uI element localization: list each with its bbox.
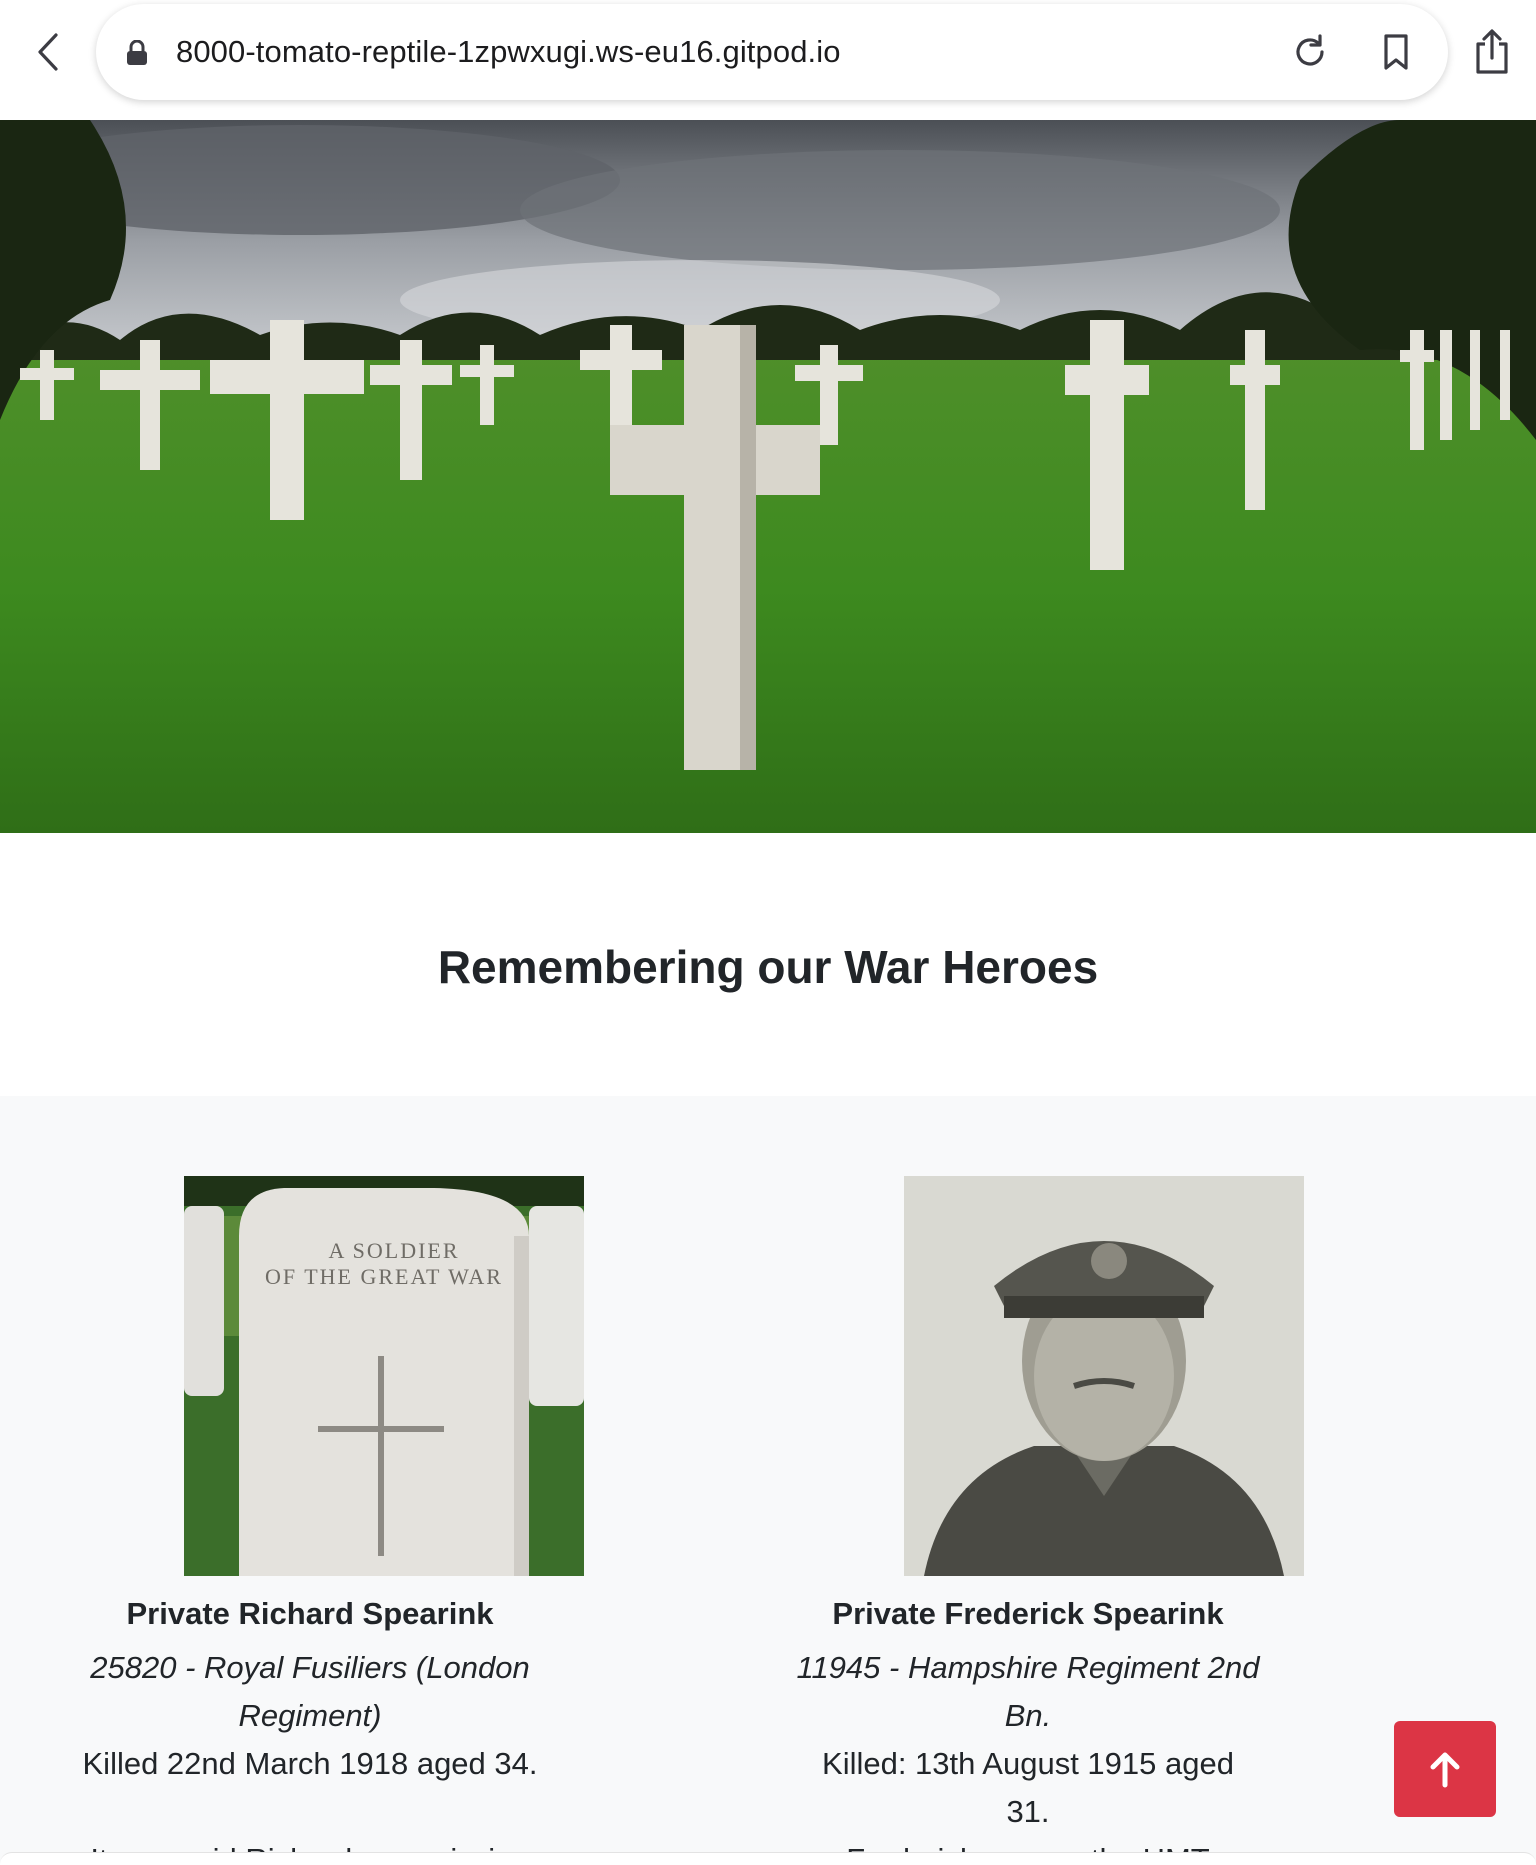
back-button[interactable] [28, 28, 68, 76]
share-icon[interactable] [1472, 28, 1512, 76]
heroes-section: A SOLDIER OF THE GREAT WAR Private Richa… [0, 1096, 1536, 1865]
arrow-up-icon [1430, 1752, 1460, 1788]
address-bar[interactable]: 8000-tomato-reptile-1zpwxugi.ws-eu16.git… [96, 4, 1448, 100]
headstone-inscription-line1: A SOLDIER [328, 1238, 459, 1263]
back-to-top-button[interactable] [1394, 1721, 1496, 1817]
hero-service-detail: 25820 - Royal Fusiliers (London Regiment… [90, 1650, 530, 1733]
hero-name: Private Richard Spearink [126, 1596, 494, 1631]
browser-bottom-sheet [0, 1852, 1536, 1865]
hero-death-info: Killed 22nd March 1918 aged 34. [82, 1746, 538, 1781]
hero-name: Private Frederick Spearink [832, 1596, 1224, 1631]
chevron-left-icon [38, 33, 58, 71]
headstone-illustration: A SOLDIER OF THE GREAT WAR [184, 1176, 584, 1576]
hero-death-info: Killed: 13th August 1915 aged 31. [822, 1746, 1234, 1829]
browser-toolbar: 8000-tomato-reptile-1zpwxugi.ws-eu16.git… [0, 0, 1536, 120]
lock-icon [127, 40, 147, 65]
portrait-illustration [904, 1176, 1304, 1576]
hero-service-detail: 11945 - Hampshire Regiment 2nd Bn. [796, 1650, 1260, 1733]
cemetery-illustration [0, 120, 1536, 833]
headstone-inscription-line2: OF THE GREAT WAR [265, 1264, 503, 1289]
page-title: Remembering our War Heroes [437, 941, 1099, 993]
soldier-portrait-photo [904, 1176, 1304, 1576]
url-text[interactable]: 8000-tomato-reptile-1zpwxugi.ws-eu16.git… [176, 34, 841, 70]
headstone-photo: A SOLDIER OF THE GREAT WAR [184, 1176, 584, 1576]
bookmark-icon[interactable] [1376, 32, 1416, 72]
hero-image [0, 120, 1536, 833]
reload-icon[interactable] [1290, 32, 1330, 72]
